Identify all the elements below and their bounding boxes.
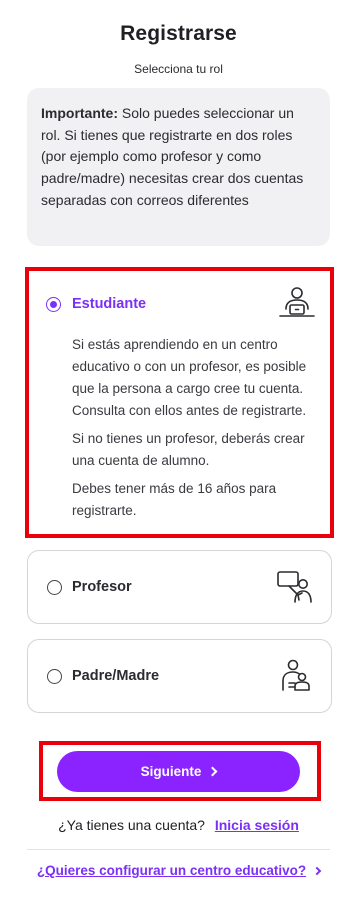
next-button[interactable]: Siguiente [57,751,300,792]
parent-child-icon [282,659,310,691]
next-button-label: Siguiente [140,764,202,779]
divider [27,849,330,850]
parent-label: Padre/Madre [72,668,160,684]
chevron-right-icon [312,866,322,876]
have-account-text: ¿Ya tienes una cuenta? [58,817,205,833]
notice-label: Importante: [41,105,118,121]
role-option-teacher[interactable]: Profesor [27,550,332,624]
parent-radio[interactable] [47,669,62,684]
student-desc-2: Si no tienes un profesor, deberás crear … [72,431,305,468]
student-label: Estudiante [72,296,147,312]
login-link[interactable]: Inicia sesión [215,817,299,833]
teacher-label: Profesor [72,579,132,595]
page-title: Registrarse [120,22,237,45]
student-desc-3: Debes tener más de 16 años para registra… [72,481,277,518]
role-option-parent[interactable]: Padre/Madre [27,639,332,713]
student-radio[interactable] [46,297,61,312]
chevron-right-icon [207,766,218,777]
teacher-radio[interactable] [47,580,62,595]
page-subtitle: Selecciona tu rol [134,62,223,76]
student-laptop-icon [279,287,315,317]
login-row: ¿Ya tienes una cuenta? Inicia sesión [0,817,357,833]
student-desc-1: Si estás aprendiendo en un centro educat… [72,337,307,418]
teacher-board-icon [277,571,312,603]
important-notice: Importante: Solo puedes seleccionar un r… [27,88,330,246]
school-setup-link[interactable]: ¿Quieres configurar un centro educativo? [0,863,357,878]
role-option-student[interactable]: Estudiante Si estás aprendiendo en un ce… [27,270,332,534]
school-setup-link-text: ¿Quieres configurar un centro educativo? [36,863,307,878]
